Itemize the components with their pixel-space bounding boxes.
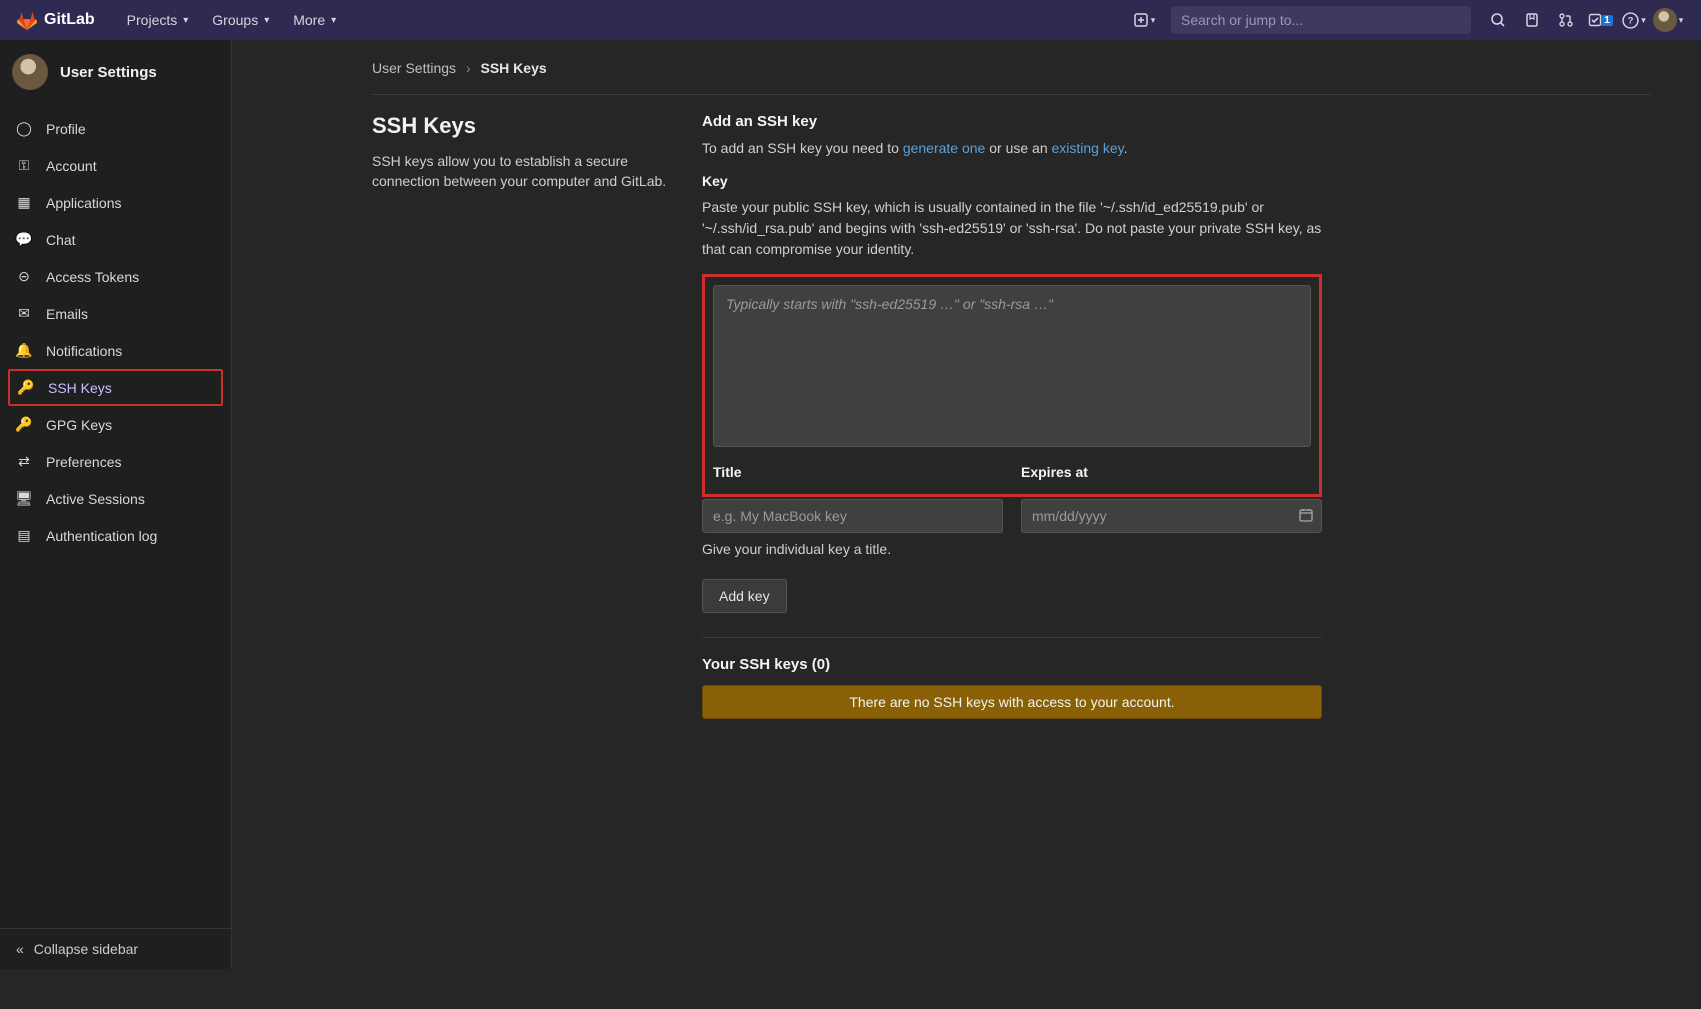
sidebar-item-emails[interactable]: ✉ Emails	[0, 295, 231, 332]
todos-icon[interactable]: 1	[1583, 0, 1617, 40]
sidebar-item-authentication-log[interactable]: ▤ Authentication log	[0, 517, 231, 554]
todo-badge: 1	[1601, 15, 1613, 26]
search-input[interactable]	[1171, 6, 1471, 34]
sidebar-item-label: Profile	[46, 121, 86, 137]
main-content: User Settings › SSH Keys SSH Keys SSH ke…	[232, 40, 1701, 739]
chevron-right-icon: ›	[466, 60, 471, 76]
sidebar-title: User Settings	[60, 64, 157, 81]
title-hint: Give your individual key a title.	[702, 541, 1322, 557]
top-nav: GitLab Projects Groups More 1 ?	[0, 0, 1701, 40]
sidebar-item-label: GPG Keys	[46, 417, 112, 433]
collapse-label: Collapse sidebar	[34, 941, 138, 957]
sidebar-item-preferences[interactable]: ⇄ Preferences	[0, 443, 231, 480]
title-label: Title	[713, 464, 1003, 480]
sidebar-item-label: Account	[46, 158, 97, 174]
sidebar-item-label: Authentication log	[46, 528, 157, 544]
sidebar-item-chat[interactable]: 💬 Chat	[0, 221, 231, 258]
sidebar-item-label: Emails	[46, 306, 88, 322]
bell-icon: 🔔	[16, 342, 32, 359]
user-icon: ◯	[16, 120, 32, 137]
page-title: SSH Keys	[372, 113, 672, 139]
sidebar-item-label: Chat	[46, 232, 76, 248]
title-input[interactable]	[702, 499, 1003, 533]
sidebar-item-label: Preferences	[46, 454, 121, 470]
emails-icon: ✉	[16, 305, 32, 322]
sidebar-item-active-sessions[interactable]: 🖥 Active Sessions	[0, 480, 231, 517]
breadcrumb-current: SSH Keys	[481, 60, 547, 76]
account-icon: ⚿	[16, 157, 32, 174]
chat-icon: 💬	[16, 231, 32, 248]
sidebar-item-ssh-keys[interactable]: 🔑 SSH Keys	[8, 369, 223, 406]
apps-icon: ▦	[16, 194, 32, 211]
sidebar-item-gpg-keys[interactable]: 🔑 GPG Keys	[0, 406, 231, 443]
sidebar-item-label: SSH Keys	[48, 380, 112, 396]
sidebar-item-access-tokens[interactable]: ⊝ Access Tokens	[0, 258, 231, 295]
sidebar-item-label: Notifications	[46, 343, 122, 359]
empty-keys-banner: There are no SSH keys with access to you…	[702, 685, 1322, 719]
expires-label: Expires at	[1021, 464, 1311, 480]
key-icon: 🔑	[16, 416, 32, 433]
breadcrumb: User Settings › SSH Keys	[372, 60, 1651, 95]
merge-requests-icon[interactable]	[1549, 0, 1583, 40]
ssh-key-textarea[interactable]	[713, 285, 1311, 447]
issues-icon[interactable]	[1515, 0, 1549, 40]
key-icon: 🔑	[18, 379, 34, 396]
sidebar-item-label: Applications	[46, 195, 122, 211]
add-key-helptext: To add an SSH key you need to generate o…	[702, 138, 1322, 159]
sidebar: User Settings ◯ Profile ⚿ Account ▦ Applicati…	[0, 40, 232, 969]
search-icon[interactable]	[1481, 0, 1515, 40]
nav-projects[interactable]: Projects	[115, 4, 201, 36]
doc-icon: ▤	[16, 527, 32, 544]
page-description: SSH keys allow you to establish a secure…	[372, 151, 672, 192]
collapse-sidebar[interactable]: « Collapse sidebar	[0, 928, 231, 969]
highlighted-region: Title Expires at	[702, 274, 1322, 497]
avatar-icon	[1653, 8, 1677, 32]
add-key-button[interactable]: Add key	[702, 579, 787, 613]
sidebar-item-account[interactable]: ⚿ Account	[0, 147, 231, 184]
tanuki-icon	[16, 9, 38, 31]
your-keys-heading: Your SSH keys (0)	[702, 656, 1322, 673]
key-label: Key	[702, 173, 1322, 189]
plus-icon[interactable]	[1127, 0, 1161, 40]
nav-groups[interactable]: Groups	[200, 4, 281, 36]
key-help-text: Paste your public SSH key, which is usua…	[702, 197, 1322, 260]
divider	[702, 637, 1322, 638]
sidebar-item-label: Active Sessions	[46, 491, 145, 507]
add-key-heading: Add an SSH key	[702, 113, 1322, 130]
help-icon[interactable]: ?	[1617, 0, 1651, 40]
svg-text:?: ?	[1628, 15, 1634, 26]
chevron-double-left-icon: «	[16, 941, 24, 957]
monitor-icon: 🖥	[16, 490, 32, 507]
gitlab-logo[interactable]: GitLab	[16, 9, 95, 31]
sidebar-item-profile[interactable]: ◯ Profile	[0, 110, 231, 147]
nav-more[interactable]: More	[281, 4, 348, 36]
sidebar-header[interactable]: User Settings	[0, 40, 231, 104]
sidebar-item-notifications[interactable]: 🔔 Notifications	[0, 332, 231, 369]
brand-text: GitLab	[44, 11, 95, 29]
user-menu[interactable]	[1651, 0, 1685, 40]
generate-one-link[interactable]: generate one	[903, 140, 986, 156]
sidebar-item-applications[interactable]: ▦ Applications	[0, 184, 231, 221]
existing-key-link[interactable]: existing key	[1052, 140, 1124, 156]
token-icon: ⊝	[16, 268, 32, 285]
sliders-icon: ⇄	[16, 453, 32, 470]
sidebar-item-label: Access Tokens	[46, 269, 139, 285]
avatar-icon	[12, 54, 48, 90]
expires-input[interactable]	[1021, 499, 1322, 533]
breadcrumb-root[interactable]: User Settings	[372, 60, 456, 76]
